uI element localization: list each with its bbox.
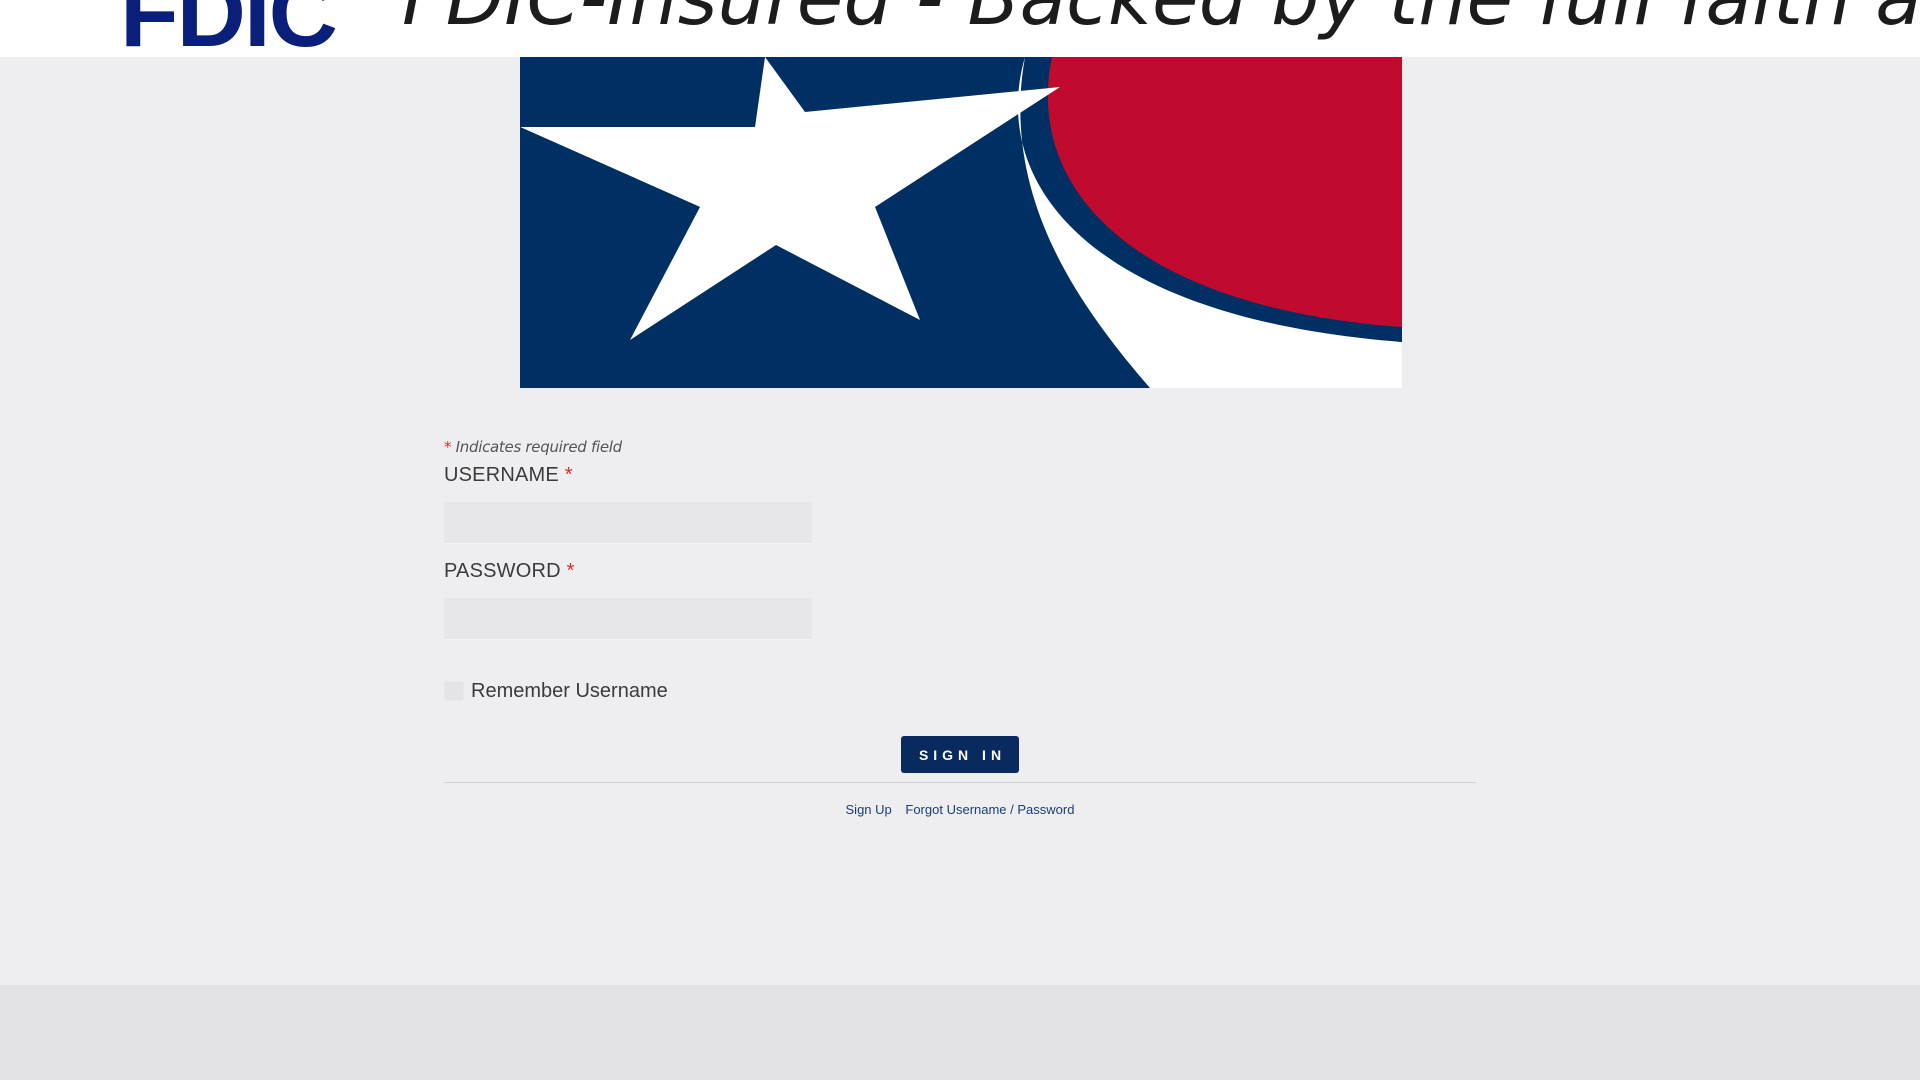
- fdic-logo: FDIC: [120, 0, 338, 57]
- form-divider: [444, 782, 1476, 783]
- username-label: USERNAME *: [444, 464, 573, 487]
- password-required-asterisk: *: [566, 560, 575, 582]
- password-label: PASSWORD *: [444, 560, 575, 583]
- sign-in-button[interactable]: SIGN IN: [901, 736, 1019, 773]
- required-asterisk: *: [444, 438, 452, 456]
- remember-username-row[interactable]: Remember Username: [444, 676, 668, 706]
- flag-graphic: [520, 57, 1402, 388]
- password-label-text: PASSWORD: [444, 560, 561, 582]
- username-label-text: USERNAME: [444, 464, 559, 486]
- auth-links: Sign Up Forgot Username / Password: [444, 802, 1476, 817]
- username-required-asterisk: *: [564, 464, 573, 486]
- remember-username-label[interactable]: Remember Username: [471, 680, 668, 703]
- login-page: FDIC FDIC-Insured - Backed by the full f…: [0, 0, 1920, 1080]
- sign-up-link[interactable]: Sign Up: [846, 802, 892, 817]
- username-input[interactable]: [444, 502, 812, 544]
- fdic-tagline: FDIC-Insured - Backed by the full faith …: [402, 0, 1920, 36]
- required-note-text: Indicates required field: [455, 438, 623, 456]
- fdic-banner: FDIC FDIC-Insured - Backed by the full f…: [0, 0, 1920, 57]
- forgot-credentials-link[interactable]: Forgot Username / Password: [905, 802, 1074, 817]
- hero-flag-image: [520, 57, 1402, 388]
- required-field-note: * Indicates required field: [444, 438, 622, 456]
- remember-username-checkbox[interactable]: [444, 681, 464, 701]
- page-footer: [0, 985, 1920, 1080]
- password-input[interactable]: [444, 598, 812, 640]
